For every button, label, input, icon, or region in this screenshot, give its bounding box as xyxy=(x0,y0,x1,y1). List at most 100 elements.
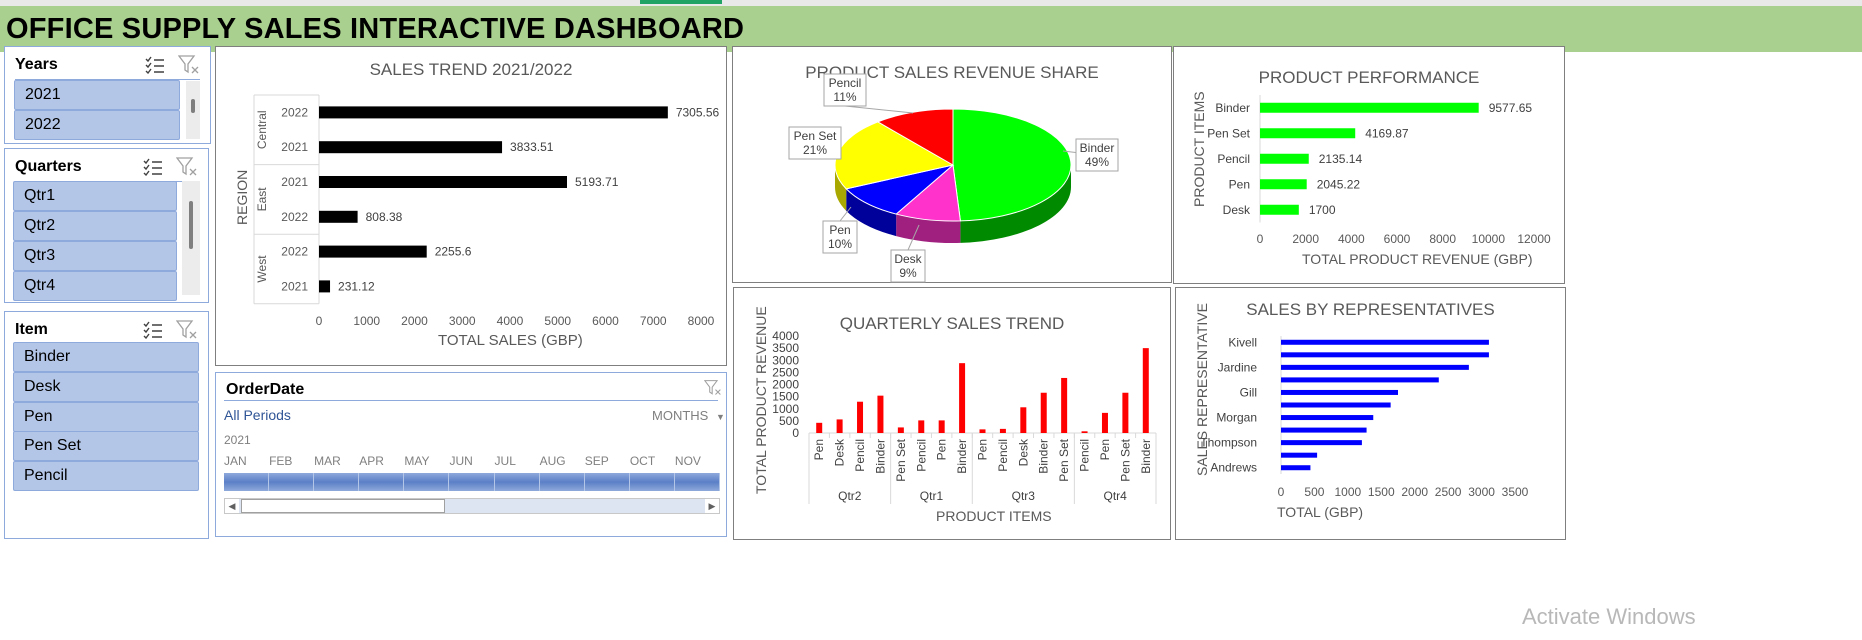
timeline-month-cell[interactable] xyxy=(449,473,495,491)
bar xyxy=(1081,431,1088,433)
timeline-scrollbar[interactable]: ◀ ▶ xyxy=(224,498,720,514)
x-tick-label: 3000 xyxy=(1468,485,1495,499)
slicer-item-pencil[interactable]: Pencil xyxy=(13,461,199,491)
chart-sales-trend: SALES TREND 2021/2022 0 1000 2000 3000 4000 5… xyxy=(215,46,727,366)
timeline-month-label: JUL xyxy=(494,454,516,468)
clear-filter-icon[interactable] xyxy=(176,156,198,178)
y-axis-title: SALES REPRESENTATIVE xyxy=(1194,303,1210,476)
dashboard-title: OFFICE SUPPLY SALES INTERACTIVE DASHBOAR… xyxy=(6,12,745,45)
timeline-month-cell[interactable] xyxy=(224,473,270,491)
scrollbar-thumb[interactable] xyxy=(191,99,195,113)
timeline-month-label: JAN xyxy=(224,454,247,468)
chart-revenue-share: PRODUCT SALES REVENUE SHARE Binder 49% Des… xyxy=(732,46,1172,283)
timeline-month-cell[interactable] xyxy=(359,473,405,491)
data-label: 2045.22 xyxy=(1317,177,1361,191)
slicer-item-qtr4[interactable]: Qtr4 xyxy=(13,271,177,301)
slicer-years: Years 2021 2022 xyxy=(4,46,211,144)
category-label: Pencil xyxy=(853,439,867,472)
bar xyxy=(1281,452,1318,458)
granularity-dropdown[interactable]: MONTHS ▼ xyxy=(652,408,725,423)
x-tick-label: 12000 xyxy=(1517,232,1551,246)
timeline-month-label: MAY xyxy=(404,454,430,468)
x-axis-title: TOTAL (GBP) xyxy=(1277,504,1364,520)
y-axis-title: PRODUCT ITEMS xyxy=(1191,91,1207,207)
slicer-item-pen[interactable]: Pen xyxy=(13,402,199,432)
timeline-month-cell[interactable] xyxy=(540,473,585,491)
slicer-item-label: Qtr3 xyxy=(24,247,56,264)
timeline-month-cell[interactable] xyxy=(314,473,360,491)
timeline-month-cell[interactable] xyxy=(585,473,630,491)
group-label: East xyxy=(255,187,269,212)
timeline-month-label: JUN xyxy=(449,454,473,468)
slice-percent: 21% xyxy=(803,143,827,157)
slicer-item-2021[interactable]: 2021 xyxy=(14,80,180,110)
scroll-left-arrow-icon[interactable]: ◀ xyxy=(225,499,239,513)
slice-label: Desk xyxy=(894,252,922,266)
slicer-item-qtr1[interactable]: Qtr1 xyxy=(13,181,177,211)
y-axis-title: TOTAL PRODUCT REVENUE xyxy=(753,306,769,494)
selected-cell-indicator xyxy=(640,0,722,4)
slice-label: Pencil xyxy=(829,76,862,90)
x-tick-label: 3500 xyxy=(1502,485,1529,499)
bar xyxy=(999,428,1006,433)
scrollbar-thumb[interactable] xyxy=(241,499,445,513)
bar xyxy=(1260,102,1479,113)
slice-percent: 49% xyxy=(1085,155,1109,169)
data-label: 231.12 xyxy=(338,279,375,293)
scrollbar-thumb[interactable] xyxy=(189,201,193,249)
x-axis-title: PRODUCT ITEMS xyxy=(936,508,1052,524)
timeline-month-cell[interactable] xyxy=(269,473,315,491)
slicer-item-qtr3[interactable]: Qtr3 xyxy=(13,241,177,271)
activate-windows-watermark: Activate Windows xyxy=(1522,604,1696,629)
clear-filter-icon[interactable] xyxy=(176,319,198,341)
slice-label: Pen Set xyxy=(794,129,837,143)
bar xyxy=(319,141,503,154)
data-label: 2255.6 xyxy=(435,245,472,259)
timeline-month-cell[interactable] xyxy=(630,473,675,491)
bar xyxy=(319,245,427,258)
multi-select-icon[interactable] xyxy=(142,156,164,178)
category-label: Binder xyxy=(873,439,887,474)
timeline-month-cell[interactable] xyxy=(495,473,540,491)
callout-leader xyxy=(844,105,914,114)
slicer-item-2022[interactable]: 2022 xyxy=(14,110,180,140)
scroll-right-arrow-icon[interactable]: ▶ xyxy=(705,499,719,513)
clear-filter-icon[interactable] xyxy=(178,54,200,76)
multi-select-icon[interactable] xyxy=(144,54,166,76)
timeline-title: OrderDate xyxy=(226,381,305,398)
x-tick-label: 2000 xyxy=(1292,232,1319,246)
timeline-month-cell[interactable] xyxy=(404,473,450,491)
x-tick-label: 4000 xyxy=(497,314,524,328)
category-label: Pencil xyxy=(1217,152,1250,166)
slicer-item-label: 2021 xyxy=(25,86,61,103)
data-label: 4169.87 xyxy=(1365,126,1409,140)
category-label: Morgan xyxy=(1216,411,1257,425)
slicer-header: Item xyxy=(15,316,198,345)
slicer-item-desk[interactable]: Desk xyxy=(13,372,199,402)
slice-label: Pen xyxy=(829,223,850,237)
bar xyxy=(1281,377,1439,383)
slicer-item-pen-set[interactable]: Pen Set xyxy=(13,431,199,461)
all-periods-label: All Periods xyxy=(224,407,291,423)
multi-select-icon[interactable] xyxy=(142,319,164,341)
slicer-title: Quarters xyxy=(15,158,82,175)
slicer-item-binder[interactable]: Binder xyxy=(13,342,199,372)
slicer-title: Years xyxy=(15,56,58,73)
slice-label: Binder xyxy=(1080,141,1115,155)
data-label: 9577.65 xyxy=(1489,101,1533,115)
x-tick-label: 1000 xyxy=(353,314,380,328)
bar xyxy=(1281,415,1374,421)
category-label: 2022 xyxy=(281,210,308,224)
bar xyxy=(938,420,945,433)
data-label: 1700 xyxy=(1309,203,1336,217)
x-axis-title: TOTAL PRODUCT REVENUE (GBP) xyxy=(1302,251,1533,267)
clear-filter-icon[interactable] xyxy=(703,379,722,402)
timeline-month-label: OCT xyxy=(629,454,656,468)
slicer-item-label: Pen Set xyxy=(24,437,81,454)
y-tick-label: 2500 xyxy=(772,365,799,379)
category-label: Pencil xyxy=(996,439,1010,472)
slicer-item-qtr2[interactable]: Qtr2 xyxy=(13,211,177,241)
timeline-period-bar[interactable] xyxy=(224,473,720,491)
group-label: Qtr1 xyxy=(920,489,944,503)
timeline-month-cell[interactable] xyxy=(675,473,720,491)
